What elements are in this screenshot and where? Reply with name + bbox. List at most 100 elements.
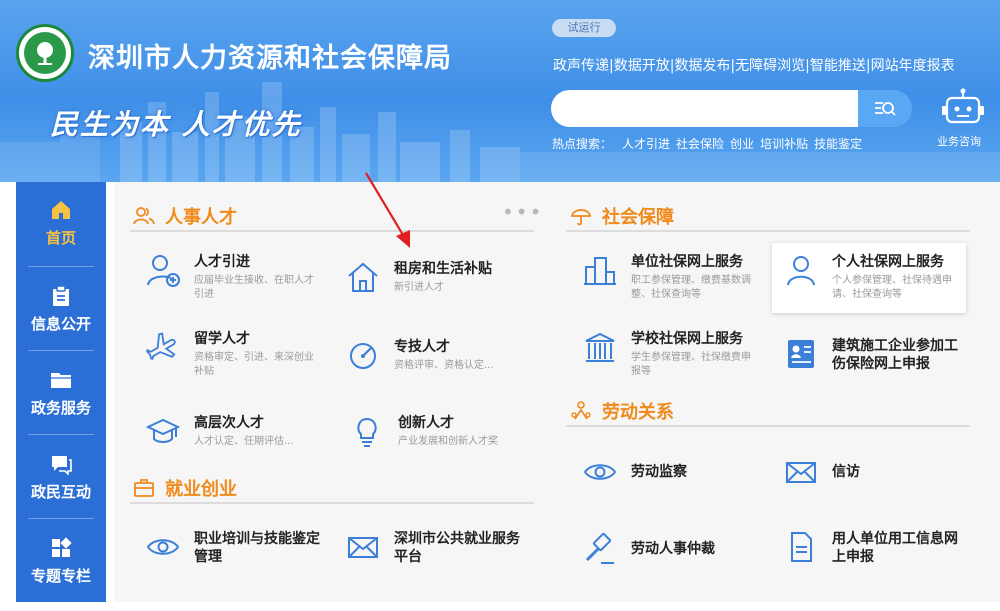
- person-icon: [787, 256, 815, 286]
- divider: [28, 350, 94, 351]
- divider: [28, 434, 94, 435]
- service-labor-arbitration[interactable]: 劳动人事仲裁: [583, 532, 715, 566]
- top-link-news[interactable]: 政声传递|: [553, 55, 614, 75]
- service-desc: 学生参保管理、社保缴费申报等: [631, 352, 751, 377]
- building-chart-icon: [584, 257, 616, 285]
- service-title: 劳动监察: [631, 464, 687, 480]
- document-icon: [791, 532, 812, 562]
- sidebar-item-interaction[interactable]: 政民互动: [16, 436, 106, 518]
- service-title: 租房和生活补贴: [394, 261, 492, 277]
- bureau-logo[interactable]: [16, 24, 74, 82]
- service-title: 高层次人才: [194, 415, 264, 431]
- people-icon: [133, 207, 155, 225]
- service-professional-talent[interactable]: 专技人才 资格评审、资格认定...: [346, 338, 494, 373]
- section-title-labor-relations[interactable]: 劳动关系: [570, 398, 674, 424]
- service-employment-platform[interactable]: 深圳市公共就业服务平台: [346, 530, 524, 566]
- sidebar-item-label: 政民互动: [30, 482, 91, 501]
- search-button[interactable]: [858, 90, 912, 127]
- search-icon: [875, 101, 896, 116]
- service-personal-social-security[interactable]: 个人社保网上服务 个人参保管理、社保待遇申请、社保查询等: [784, 253, 964, 302]
- eye-icon: [146, 539, 180, 555]
- service-rent-subsidy[interactable]: 租房和生活补贴 新引进人才: [346, 260, 492, 295]
- service-labor-inspection[interactable]: 劳动监察: [583, 455, 687, 489]
- tree-icon: [37, 42, 53, 65]
- service-title: 创新人才: [398, 415, 454, 431]
- service-petition[interactable]: 信访: [784, 455, 860, 489]
- site-header: 深圳市人力资源和社会保障局 民生为本 人才优先 试运行 政声传递| 数据开放| …: [0, 0, 1000, 182]
- service-high-level-talent[interactable]: 高层次人才 人才认定、任期评估...: [146, 414, 294, 449]
- person-add-icon: [147, 255, 180, 287]
- section-title-talent[interactable]: 人事人才: [133, 203, 237, 229]
- trial-badge: 试运行: [552, 19, 616, 37]
- sidebar: 首页 信息公开 政务服务 政民互动 专题专栏: [16, 182, 106, 602]
- mail-icon: [786, 462, 816, 483]
- service-title: 人才引进: [194, 254, 250, 270]
- top-links: 政声传递| 数据开放| 数据发布| 无障碍浏览| 智能推送| 网站年度报表: [553, 55, 955, 75]
- service-title: 用人单位用工信息网上申报: [832, 531, 958, 565]
- section-divider: [130, 502, 534, 504]
- chat-icon: [52, 455, 72, 475]
- site-title[interactable]: 深圳市人力资源和社会保障局: [88, 36, 452, 75]
- service-innovation-talent[interactable]: 创新人才 产业发展和创新人才奖: [350, 414, 498, 449]
- service-title: 个人社保网上服务: [832, 254, 944, 270]
- divider: [28, 266, 94, 267]
- sidebar-item-label: 专题专栏: [30, 566, 91, 585]
- top-link-open-data[interactable]: 数据开放|: [614, 55, 675, 75]
- sidebar-item-info-disclosure[interactable]: 信息公开: [16, 268, 106, 350]
- hot-search-item[interactable]: 社会保险: [676, 135, 724, 152]
- home-icon: [52, 200, 70, 219]
- service-school-social-security[interactable]: 学校社保网上服务 学生参保管理、社保缴费申报等: [583, 330, 763, 379]
- id-card-icon: [788, 340, 814, 368]
- service-desc: 应届毕业生接收、在职人才引进: [194, 275, 314, 300]
- gauge-icon: [350, 343, 376, 369]
- section-title-label: 社会保障: [602, 207, 674, 228]
- section-divider: [130, 230, 534, 232]
- service-construction-injury-insurance[interactable]: 建筑施工企业参加工伤保险网上申报: [784, 337, 962, 373]
- robot-assistant-icon[interactable]: [940, 88, 986, 128]
- hot-search-label: 热点搜索：: [552, 137, 613, 151]
- section-title-label: 就业创业: [165, 479, 237, 500]
- service-title: 信访: [832, 464, 860, 480]
- service-overseas-talent[interactable]: 留学人才 资格审定、引进、来深创业补贴: [146, 330, 326, 379]
- hot-search-item[interactable]: 创业: [730, 135, 754, 152]
- service-title: 劳动人事仲裁: [631, 541, 715, 557]
- sidebar-item-home[interactable]: 首页: [16, 182, 106, 264]
- annotation-arrow-icon: [365, 172, 410, 248]
- service-employment-info-declaration[interactable]: 用人单位用工信息网上申报: [784, 530, 962, 566]
- mail-icon: [348, 537, 378, 558]
- service-talent-intro[interactable]: 人才引进 应届毕业生接收、在职人才引进: [146, 253, 326, 302]
- folder-icon: [51, 372, 71, 388]
- lightbulb-icon: [357, 417, 377, 447]
- slogan: 民生为本 人才优先: [50, 108, 302, 141]
- service-title: 建筑施工企业参加工伤保险网上申报: [832, 338, 958, 372]
- hot-search-item[interactable]: 培训补贴: [760, 135, 808, 152]
- graduation-cap-icon: [146, 418, 180, 443]
- top-link-data-release[interactable]: 数据发布|: [674, 55, 735, 75]
- gavel-icon: [585, 532, 614, 564]
- hot-search: 热点搜索： 人才引进 社会保险 创业 培训补贴 技能鉴定: [552, 135, 868, 152]
- divider: [28, 518, 94, 519]
- service-vocational-training[interactable]: 职业培训与技能鉴定管理: [146, 530, 324, 566]
- sidebar-item-gov-services[interactable]: 政务服务: [16, 352, 106, 434]
- service-employer-social-security[interactable]: 单位社保网上服务 职工参保管理、缴费基数调整、社保查询等: [583, 253, 763, 302]
- robot-label[interactable]: 业务咨询: [937, 133, 981, 149]
- grid-icon: [52, 536, 72, 557]
- more-icon[interactable]: •••: [502, 200, 543, 224]
- briefcase-icon: [134, 479, 154, 497]
- airplane-icon: [146, 332, 176, 360]
- top-link-accessibility[interactable]: 无障碍浏览|: [735, 55, 810, 75]
- hot-search-item[interactable]: 技能鉴定: [814, 135, 862, 152]
- sidebar-item-label: 信息公开: [30, 314, 91, 333]
- clipboard-icon: [53, 284, 69, 306]
- section-title-label: 劳动关系: [602, 402, 674, 423]
- hot-search-item[interactable]: 人才引进: [622, 135, 670, 152]
- service-desc: 资格评审、资格认定...: [394, 360, 494, 371]
- section-title-employment[interactable]: 就业创业: [133, 475, 237, 501]
- search-input[interactable]: [551, 90, 911, 127]
- top-link-annual-report[interactable]: 网站年度报表: [871, 55, 955, 75]
- service-title: 深圳市公共就业服务平台: [394, 531, 520, 565]
- service-desc: 产业发展和创新人才奖: [398, 436, 498, 447]
- sidebar-item-special-topics[interactable]: 专题专栏: [16, 520, 106, 602]
- top-link-smart-push[interactable]: 智能推送|: [810, 55, 871, 75]
- section-title-social-security[interactable]: 社会保障: [570, 203, 674, 229]
